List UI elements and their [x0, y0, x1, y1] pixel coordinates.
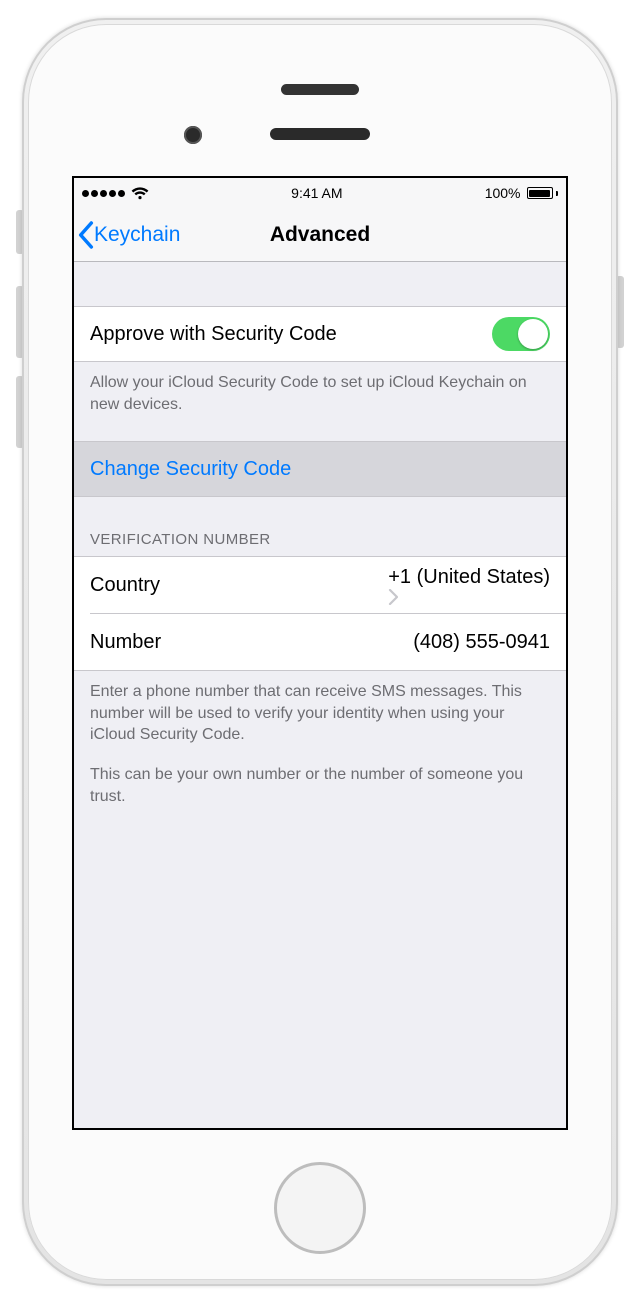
status-time: 9:41 AM	[291, 185, 342, 201]
sensor-slot	[270, 128, 370, 140]
phone-shell: 9:41 AM 100% Keychain Advanced Approv	[22, 18, 618, 1286]
front-camera	[184, 126, 202, 144]
approve-footnote: Allow your iCloud Security Code to set u…	[74, 362, 566, 415]
wifi-icon	[131, 187, 149, 200]
home-button[interactable]	[274, 1162, 366, 1254]
change-security-code-button[interactable]: Change Security Code	[74, 441, 566, 497]
number-label: Number	[90, 631, 161, 654]
approve-security-code-cell[interactable]: Approve with Security Code	[74, 306, 566, 362]
number-value: (408) 555-0941	[413, 631, 550, 654]
number-row[interactable]: Number (408) 555-0941	[74, 614, 566, 670]
screen: 9:41 AM 100% Keychain Advanced Approv	[72, 176, 568, 1130]
battery-percent: 100%	[485, 185, 521, 201]
chevron-right-icon	[388, 589, 550, 605]
navigation-bar: Keychain Advanced	[74, 208, 566, 262]
content: Approve with Security Code Allow your iC…	[74, 262, 566, 807]
country-value-text: +1 (United States)	[388, 566, 550, 588]
battery-icon	[527, 187, 559, 199]
country-row[interactable]: Country +1 (United States)	[74, 557, 566, 613]
approve-toggle[interactable]	[492, 317, 550, 351]
back-label: Keychain	[94, 223, 180, 247]
change-security-code-label: Change Security Code	[90, 458, 291, 481]
approve-label: Approve with Security Code	[90, 323, 337, 346]
signal-strength-icon	[82, 190, 125, 197]
chevron-left-icon	[78, 221, 94, 249]
verification-group: Country +1 (United States) Number (408) …	[74, 556, 566, 671]
verification-footnote-2: This can be your own number or the numbe…	[74, 764, 566, 807]
page-title: Advanced	[270, 223, 370, 247]
back-button[interactable]: Keychain	[78, 208, 180, 261]
verification-footnote-1: Enter a phone number that can receive SM…	[74, 671, 566, 746]
country-label: Country	[90, 574, 160, 597]
status-bar: 9:41 AM 100%	[74, 178, 566, 208]
country-value: +1 (United States)	[388, 566, 550, 605]
verification-section-header: VERIFICATION NUMBER	[74, 497, 566, 556]
earpiece-speaker	[281, 84, 359, 95]
